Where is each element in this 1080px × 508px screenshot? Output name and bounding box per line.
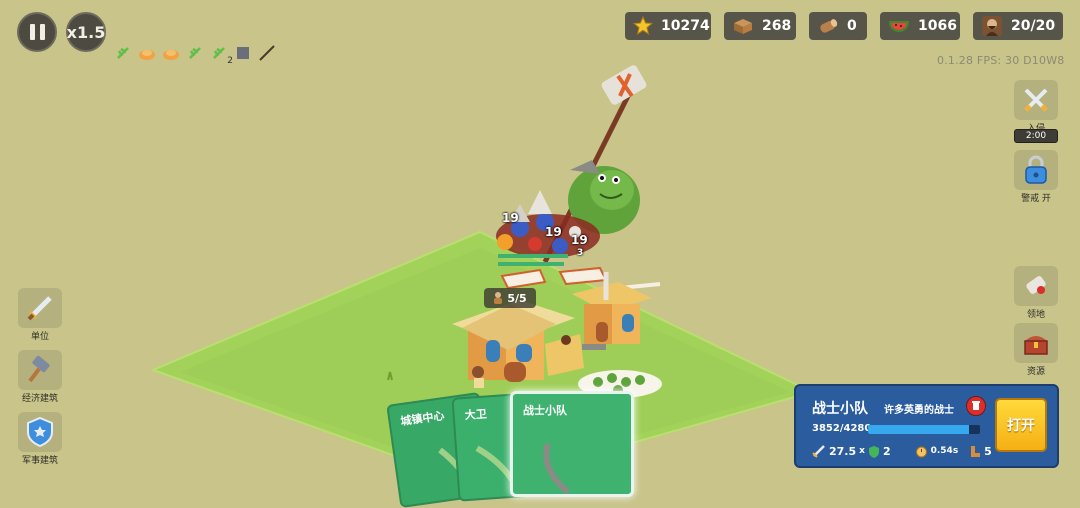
- boot-icon: [971, 445, 981, 457]
- territory-label: 领地: [1026, 310, 1045, 320]
- green-leaf-icon: [114, 44, 132, 62]
- population-value: 20/20: [1011, 18, 1056, 34]
- log-icon: [817, 15, 839, 37]
- shield-icon: [27, 416, 53, 448]
- unit-title: 战士小队: [812, 401, 868, 417]
- damage-number: 19: [571, 233, 588, 247]
- attack-stat: 27.5 x 2: [812, 444, 891, 458]
- unit-info-panel: 战士小队 许多英勇的战士 3852/4280 27.5 x 2 0.54s 5 打…: [794, 384, 1059, 468]
- attack-suffix: x: [859, 446, 865, 456]
- game-speed-button[interactable]: x1.5: [66, 12, 106, 52]
- economy-buildings-button[interactable]: 经济建筑: [17, 350, 63, 404]
- attack-speed-value: 0.54s: [930, 446, 959, 456]
- villager-icon: [494, 292, 503, 304]
- population-resource: 20/20: [973, 12, 1063, 40]
- occupancy-value: 5/5: [507, 291, 527, 305]
- pause-button[interactable]: [17, 12, 57, 52]
- shield-icon: [868, 445, 879, 458]
- invasion-timer: 2:00: [1014, 129, 1058, 143]
- unit-hp-bar: [868, 425, 980, 434]
- star-icon: [633, 15, 653, 37]
- delete-icon[interactable]: [966, 396, 986, 416]
- villager-portrait-icon: [981, 15, 1003, 37]
- unit-stats-row: 27.5 x 2 0.54s 5: [812, 444, 992, 458]
- treasure-chest-icon: [1024, 336, 1048, 355]
- green-leaf-icon: 2: [210, 44, 233, 66]
- status-effects-row: 2: [114, 44, 276, 66]
- sword-icon: [812, 445, 825, 458]
- stopwatch-icon: [915, 446, 927, 457]
- defense-value: 2: [882, 444, 891, 458]
- green-leaf-icon: [186, 44, 204, 62]
- alert-label: 警戒 开: [1021, 194, 1051, 204]
- damage-number: 3: [577, 248, 584, 258]
- unit-hp-fill: [868, 425, 969, 434]
- logs-resource: 0: [809, 12, 867, 40]
- hammer-icon: [28, 355, 50, 383]
- watermelon-icon: [888, 15, 910, 37]
- damage-number: 19: [545, 225, 562, 239]
- economy-buildings-label: 经济建筑: [21, 394, 58, 404]
- range-stat: 5: [968, 445, 992, 458]
- crates-value: 268: [762, 18, 792, 34]
- food-value: 1066: [918, 18, 957, 34]
- units-button[interactable]: 单位: [17, 288, 63, 342]
- crates-resource: 268: [724, 12, 796, 40]
- orange-bread-icon: [162, 44, 180, 62]
- unit-description: 许多英勇的战士: [884, 405, 954, 416]
- card-name: 城镇中心: [399, 409, 446, 429]
- orange-bread-icon: [138, 44, 156, 62]
- building-occupancy-badge: 5/5: [484, 288, 536, 308]
- range-value: 5: [984, 444, 992, 458]
- card-name: 战士小队: [523, 404, 567, 417]
- territory-button[interactable]: 领地: [1013, 266, 1059, 320]
- stars-resource: 10274: [625, 12, 711, 40]
- units-label: 单位: [30, 332, 49, 342]
- resources-label: 资源: [1026, 367, 1045, 377]
- alert-toggle-button[interactable]: 警戒 开: [1013, 150, 1059, 204]
- military-buildings-button[interactable]: 军事建筑: [17, 412, 63, 466]
- unit-hp-text: 3852/4280: [812, 423, 872, 434]
- version-fps-label: 0.1.28 FPS: 30 D10W8: [937, 54, 1065, 67]
- stone-block-icon: [234, 44, 252, 62]
- open-button[interactable]: 打开: [995, 398, 1047, 452]
- stick-icon: [258, 44, 276, 62]
- crossed-swords-icon: [1024, 88, 1048, 112]
- scroll-icon: [1026, 276, 1046, 294]
- stars-value: 10274: [661, 18, 710, 34]
- military-buildings-label: 军事建筑: [21, 456, 58, 466]
- attack-value: 27.5: [829, 444, 857, 458]
- resources-button[interactable]: 资源: [1013, 323, 1059, 377]
- logs-value: 0: [847, 18, 857, 34]
- damage-number: 19: [502, 211, 519, 225]
- scimitar-art: [543, 443, 570, 494]
- food-resource: 1066: [880, 12, 960, 40]
- card-warrior-squad[interactable]: 战士小队: [510, 391, 634, 497]
- invade-button[interactable]: 入侵: [1013, 80, 1059, 134]
- padlock-icon: [1025, 155, 1047, 184]
- sword-icon: [27, 296, 52, 321]
- card-name: 大卫: [464, 407, 488, 423]
- pause-icon: [29, 24, 45, 40]
- attack-speed-stat: 0.54s: [915, 445, 959, 458]
- crate-icon: [732, 15, 754, 37]
